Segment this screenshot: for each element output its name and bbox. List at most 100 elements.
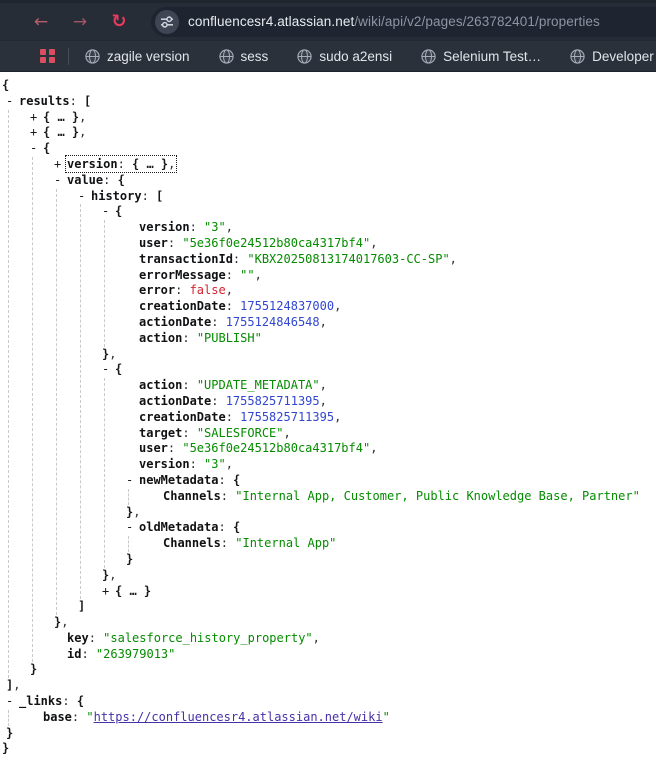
json-comma: , (320, 315, 327, 329)
json-open-bracket: [ (84, 94, 91, 108)
expand-toggle-icon[interactable]: + (30, 110, 43, 126)
collapse-toggle-icon[interactable]: - (30, 141, 43, 157)
json-line: creationDate: 1755124837000, (126, 299, 656, 315)
json-comma: , (79, 125, 86, 139)
json-key: Channels (163, 489, 221, 503)
json-children: +version: { … },-value: {-history: [-{ve… (32, 157, 656, 663)
json-link[interactable]: https://confluencesr4.atlassian.net/wiki (94, 710, 383, 724)
collapsed-placeholder[interactable]: { … } (132, 157, 168, 171)
site-permissions-icon[interactable] (155, 10, 179, 34)
bookmark-item[interactable]: sess (219, 49, 269, 64)
bookmark-label: Developer con… (592, 49, 656, 64)
json-line: error: false, (126, 283, 656, 299)
json-key: key (67, 631, 89, 645)
json-comma: , (13, 678, 20, 692)
bookmark-item[interactable]: sudo a2ensi (297, 49, 392, 64)
json-line: -oldMetadata: { (126, 520, 656, 536)
bookmark-label: zagile version (107, 49, 190, 64)
collapsed-node: { … }, (43, 110, 86, 124)
json-comma: , (334, 299, 341, 313)
json-close-bracket: } (30, 662, 37, 676)
collapsed-node: { … } (115, 584, 151, 598)
json-viewer: {-results: [+{ … },+{ … },-{+version: { … (0, 72, 656, 758)
json-colon: : (190, 220, 204, 234)
json-colon: : (103, 173, 117, 187)
bookmark-item[interactable]: zagile version (85, 49, 190, 64)
json-line: }, (126, 505, 656, 521)
json-key: version (67, 157, 118, 171)
json-open-bracket: { (77, 694, 84, 708)
json-key: id (67, 647, 81, 661)
json-close-bracket: ] (78, 599, 85, 613)
json-open-bracket: { (118, 173, 125, 187)
json-key: user (139, 236, 168, 250)
json-line: -history: [ (78, 189, 656, 205)
json-comma: , (109, 568, 116, 582)
json-children: version: "3",user: "5e36f0e24512b80ca431… (104, 220, 656, 346)
json-comma: , (370, 236, 377, 250)
json-line: id: "263979013" (54, 647, 656, 663)
json-line: } (126, 552, 656, 568)
json-line: -value: { (54, 173, 656, 189)
json-colon: : (182, 331, 196, 345)
json-comma: , (313, 631, 320, 645)
browser-toolbar: ← → ↻ confluencesr4.atlassian.net/wiki/a… (0, 0, 656, 40)
json-close-bracket: } (126, 552, 133, 566)
collapse-toggle-icon[interactable]: - (102, 204, 115, 220)
json-comma: , (79, 110, 86, 124)
json-line: actionDate: 1755825711395, (126, 394, 656, 410)
collapse-toggle-icon[interactable]: - (126, 473, 139, 489)
json-colon: : (62, 694, 76, 708)
url-text[interactable]: confluencesr4.atlassian.net/wiki/api/v2/… (188, 14, 600, 29)
collapse-toggle-icon[interactable]: - (6, 694, 19, 710)
collapse-toggle-icon[interactable]: - (54, 173, 67, 189)
json-line: +version: { … }, (54, 157, 656, 173)
forward-button[interactable]: → (65, 8, 95, 36)
bookmark-item[interactable]: Developer con… (570, 49, 656, 64)
back-button[interactable]: ← (26, 8, 56, 36)
collapsed-placeholder[interactable]: { … } (43, 125, 79, 139)
collapse-toggle-icon[interactable]: - (78, 189, 91, 205)
json-line: -{ (102, 204, 656, 220)
json-children: -{version: "3",user: "5e36f0e24512b80ca4… (80, 204, 656, 599)
expand-toggle-icon[interactable]: + (102, 584, 115, 600)
json-line: -{ (30, 141, 656, 157)
json-children: base: "https://confluencesr4.atlassian.n… (8, 710, 656, 726)
collapsed-placeholder[interactable]: { … } (115, 584, 151, 598)
json-open-bracket: [ (156, 189, 163, 203)
collapse-toggle-icon[interactable]: - (6, 94, 19, 110)
grid-icon[interactable] (40, 48, 56, 64)
expand-toggle-icon[interactable]: + (30, 125, 43, 141)
json-key: error (139, 283, 175, 297)
json-line: errorMessage: "", (126, 268, 656, 284)
json-comma: , (370, 441, 377, 455)
expand-toggle-icon[interactable]: + (54, 157, 67, 173)
json-line: target: "SALESFORCE", (126, 426, 656, 442)
json-children: -results: [+{ … },+{ … },-{+version: { …… (2, 94, 656, 742)
json-line: -newMetadata: { (126, 473, 656, 489)
json-line: creationDate: 1755825711395, (126, 410, 656, 426)
json-value-string: "263979013" (96, 647, 175, 661)
collapse-toggle-icon[interactable]: - (126, 520, 139, 536)
json-line: ], (6, 678, 656, 694)
json-line: action: "PUBLISH" (126, 331, 656, 347)
json-colon: : (218, 473, 232, 487)
collapse-toggle-icon[interactable]: - (102, 362, 115, 378)
reload-button[interactable]: ↻ (104, 8, 134, 36)
collapsed-placeholder[interactable]: { … } (43, 110, 79, 124)
json-key: oldMetadata (139, 520, 218, 534)
json-key: Channels (163, 536, 221, 550)
globe-icon (219, 49, 234, 64)
json-value-string: "5e36f0e24512b80ca4317bf4" (182, 441, 370, 455)
json-line: } (2, 741, 656, 757)
json-close-bracket: } (2, 741, 9, 755)
url-bar[interactable]: confluencesr4.atlassian.net/wiki/api/v2/… (151, 7, 656, 37)
json-children: action: "UPDATE_METADATA",actionDate: 17… (104, 378, 656, 568)
bookmark-label: sess (241, 49, 269, 64)
bookmark-item[interactable]: Selenium Test… (421, 49, 541, 64)
json-children: Channels: "Internal App, Customer, Publi… (128, 489, 656, 505)
json-colon: : (168, 236, 182, 250)
json-key: target (139, 426, 182, 440)
json-children: Channels: "Internal App" (128, 536, 656, 552)
json-line: } (6, 726, 656, 742)
